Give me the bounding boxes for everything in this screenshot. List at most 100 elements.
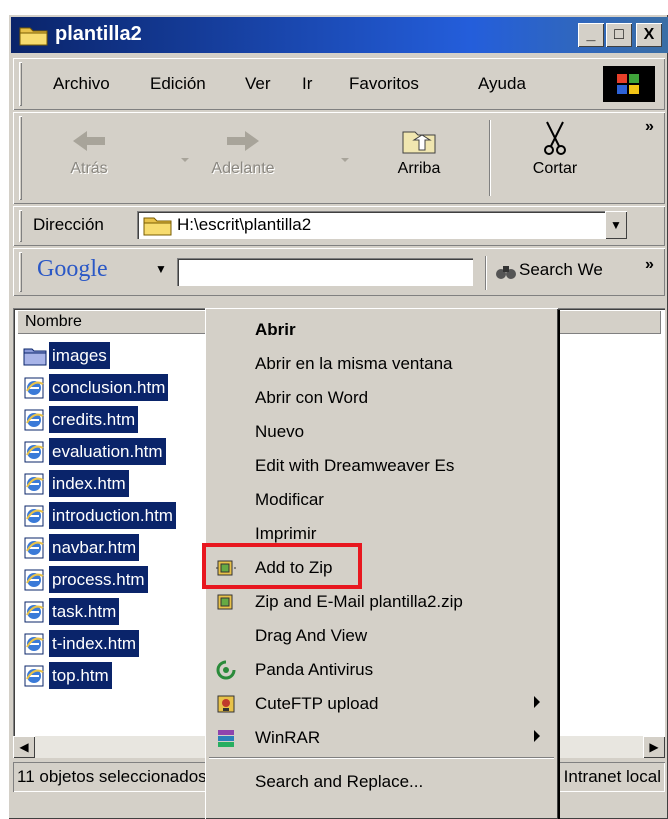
ie-document-icon xyxy=(24,441,44,463)
context-item-winrar[interactable]: WinRAR xyxy=(205,722,558,754)
forward-dropdown-icon[interactable] xyxy=(341,158,349,162)
title-bar[interactable]: plantilla2 _ □ X xyxy=(11,17,668,53)
context-item-label: Imprimir xyxy=(255,524,317,543)
toolbar-separator xyxy=(485,256,487,290)
menu-ir[interactable]: Ir xyxy=(302,74,312,94)
windows-logo-icon xyxy=(603,66,655,102)
context-item-label: Drag And View xyxy=(255,626,368,645)
google-toolbar: Google ▼ Search We » xyxy=(13,248,665,296)
scroll-right-button[interactable]: ▶ xyxy=(643,736,665,758)
file-name: t-index.htm xyxy=(49,630,140,657)
toolbar-grip[interactable] xyxy=(19,252,22,292)
context-item-label: Abrir xyxy=(255,320,296,339)
ie-document-icon xyxy=(24,633,44,655)
context-item-nuevo[interactable]: Nuevo xyxy=(205,416,558,448)
toolbar-more-chevron[interactable]: » xyxy=(645,118,654,136)
file-name: task.htm xyxy=(49,598,120,625)
column-header-name[interactable]: Nombre xyxy=(17,310,207,334)
menu-favoritos[interactable]: Favoritos xyxy=(349,74,419,94)
ie-document-icon xyxy=(24,473,44,495)
context-item-label: Abrir con Word xyxy=(255,388,369,407)
google-menu-arrow[interactable]: ▼ xyxy=(155,262,167,276)
panda-antivirus-icon xyxy=(216,660,236,680)
file-name: index.htm xyxy=(49,470,129,497)
window-title: plantilla2 xyxy=(55,23,142,45)
context-item-modificar[interactable]: Modificar xyxy=(205,484,558,516)
context-item-abrir-con-word[interactable]: Abrir con Word xyxy=(205,382,558,414)
menu-archivo[interactable]: Archivo xyxy=(53,74,110,94)
menu-separator xyxy=(209,757,554,759)
toolbar-grip[interactable] xyxy=(19,62,22,106)
cuteftp-icon xyxy=(217,695,235,713)
context-item-label: Modificar xyxy=(255,490,324,509)
back-arrow-icon xyxy=(73,131,105,151)
ie-document-icon xyxy=(24,601,44,623)
ie-document-icon xyxy=(24,537,44,559)
close-button[interactable]: X xyxy=(636,23,662,47)
context-item-label: Nuevo xyxy=(255,422,305,441)
maximize-button[interactable]: □ xyxy=(606,23,632,47)
file-name: credits.htm xyxy=(49,406,139,433)
file-name: navbar.htm xyxy=(49,534,140,561)
context-item-label: WinRAR xyxy=(255,728,321,747)
ie-document-icon xyxy=(24,569,44,591)
file-name: images xyxy=(49,342,110,369)
ie-document-icon xyxy=(24,409,44,431)
submenu-arrow-icon xyxy=(534,696,540,708)
toolbar-grip[interactable] xyxy=(19,116,22,200)
toolbar-grip[interactable] xyxy=(19,210,22,242)
google-search-input[interactable] xyxy=(177,258,473,286)
address-label: Dirección xyxy=(33,215,104,234)
address-path: H:\escrit\plantilla2 xyxy=(177,215,312,234)
context-item-panda-antivirus[interactable]: Panda Antivirus xyxy=(205,654,558,686)
file-name: evaluation.htm xyxy=(49,438,166,465)
context-item-label: Abrir en la misma ventana xyxy=(255,354,453,373)
standard-toolbar: Atrás Adelante Arriba Cortar » xyxy=(13,112,665,204)
toolbar-separator xyxy=(489,120,491,196)
status-zone: Intranet local xyxy=(555,762,665,792)
google-more-chevron[interactable]: » xyxy=(645,256,654,274)
winzip-mail-icon xyxy=(217,594,233,610)
file-name: introduction.htm xyxy=(49,502,176,529)
column-header-extra[interactable] xyxy=(551,310,661,334)
back-dropdown-icon[interactable] xyxy=(181,158,189,162)
menu-ver[interactable]: Ver xyxy=(245,74,271,94)
scissors-icon xyxy=(544,121,566,155)
folder-icon xyxy=(23,348,47,366)
address-bar: Dirección H:\escrit\plantilla2 ▼ xyxy=(13,206,665,246)
file-name: process.htm xyxy=(49,566,148,593)
binoculars-icon xyxy=(496,266,516,279)
submenu-arrow-icon xyxy=(534,730,540,742)
file-name: conclusion.htm xyxy=(49,374,169,401)
context-item-abrir-misma-ventana[interactable]: Abrir en la misma ventana xyxy=(205,348,558,380)
context-item-label: Panda Antivirus xyxy=(255,660,374,679)
winrar-icon xyxy=(218,730,234,747)
annotation-highlight-box xyxy=(202,543,362,589)
address-dropdown-button[interactable]: ▼ xyxy=(605,211,627,239)
menu-ayuda[interactable]: Ayuda xyxy=(478,74,526,94)
google-logo[interactable]: Google xyxy=(37,256,108,283)
status-selection-count: 11 objetos seleccionados xyxy=(13,762,209,792)
context-item-zip-and-email[interactable]: Zip and E-Mail plantilla2.zip xyxy=(205,586,558,618)
context-item-drag-and-view[interactable]: Drag And View xyxy=(205,620,558,652)
context-item-label: Edit with Dreamweaver Es xyxy=(255,456,455,475)
context-item-edit-dreamweaver[interactable]: Edit with Dreamweaver Es xyxy=(205,450,558,482)
scroll-left-button[interactable]: ◀ xyxy=(13,736,35,758)
context-item-label: CuteFTP upload xyxy=(255,694,379,713)
file-name: top.htm xyxy=(49,662,112,689)
context-item-search-and-replace[interactable]: Search and Replace... xyxy=(205,766,558,798)
folder-icon xyxy=(19,27,48,46)
ie-document-icon xyxy=(24,665,44,687)
context-item-label: Zip and E-Mail plantilla2.zip xyxy=(255,592,463,611)
minimize-button[interactable]: _ xyxy=(578,23,604,47)
folder-icon xyxy=(143,217,172,236)
up-folder-icon xyxy=(402,131,436,154)
context-item-abrir[interactable]: Abrir xyxy=(205,314,558,346)
context-item-label: Search and Replace... xyxy=(255,772,424,791)
address-input[interactable]: H:\escrit\plantilla2 ▼ xyxy=(137,211,627,239)
context-item-cuteftp-upload[interactable]: CuteFTP upload xyxy=(205,688,558,720)
forward-arrow-icon xyxy=(227,131,259,151)
menu-edicion[interactable]: Edición xyxy=(150,74,206,94)
ie-document-icon xyxy=(24,505,44,527)
ie-document-icon xyxy=(24,377,44,399)
